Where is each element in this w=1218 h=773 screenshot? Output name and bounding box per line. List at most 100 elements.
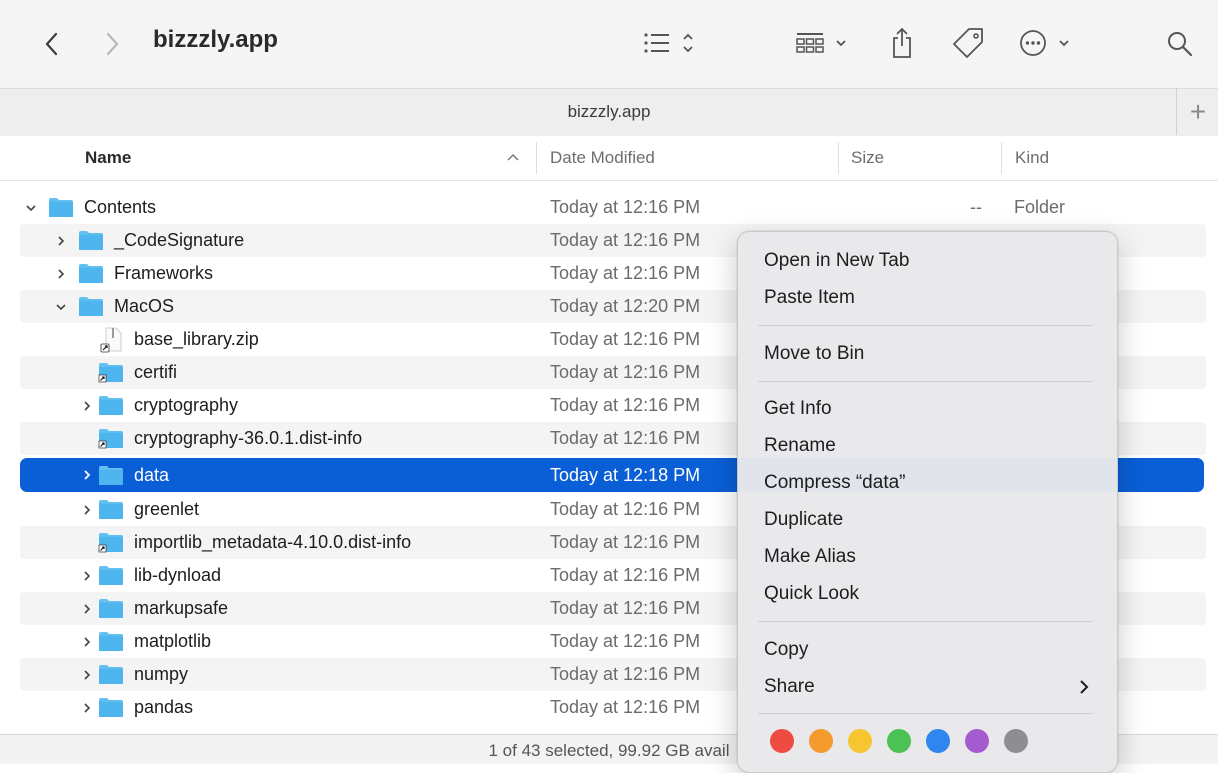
menu-item-paste-item[interactable]: Paste Item	[764, 287, 855, 309]
forward-button[interactable]	[98, 26, 126, 62]
tab-bizzzly-app[interactable]: bizzzly.app	[0, 102, 1218, 122]
file-date: Today at 12:16 PM	[550, 428, 701, 448]
disclosure-collapsed-icon[interactable]	[80, 389, 94, 422]
menu-item-move-to-bin[interactable]: Move to Bin	[764, 343, 864, 365]
search-button[interactable]	[1162, 26, 1198, 62]
file-name: Contents	[84, 197, 157, 217]
disclosure-collapsed-icon[interactable]	[80, 559, 94, 592]
file-date: Today at 12:16 PM	[550, 230, 701, 250]
file-date: Today at 12:16 PM	[550, 263, 701, 283]
disclosure-collapsed-icon[interactable]	[80, 658, 94, 691]
file-date: Today at 12:16 PM	[550, 329, 701, 349]
folder-icon	[99, 599, 123, 618]
folder-icon	[99, 698, 123, 717]
tag-gray[interactable]	[1004, 729, 1028, 753]
disclosure-collapsed-icon[interactable]	[80, 592, 94, 625]
folder-icon	[99, 632, 123, 651]
view-options-button[interactable]	[638, 24, 702, 62]
list-item[interactable]: Contents Today at 12:16 PM -- Folder	[20, 191, 1206, 224]
folder-icon	[99, 566, 123, 585]
disclosure-collapsed-icon[interactable]	[80, 460, 94, 490]
folder-alias-icon	[98, 363, 123, 383]
disclosure-expanded-icon[interactable]	[24, 191, 38, 224]
file-name: markupsafe	[134, 598, 229, 618]
list-view-icon	[644, 33, 693, 53]
file-name: numpy	[134, 664, 189, 684]
context-menu: Open in New Tab Paste Item Move to Bin G…	[737, 231, 1118, 773]
file-size: --	[970, 197, 982, 217]
tag-red[interactable]	[770, 729, 794, 753]
column-divider	[1001, 142, 1002, 174]
column-header-name[interactable]: Name	[85, 148, 131, 168]
menu-item-make-alias[interactable]: Make Alias	[764, 546, 856, 568]
menu-separator	[758, 713, 1093, 714]
tag-purple[interactable]	[965, 729, 989, 753]
file-date: Today at 12:16 PM	[550, 532, 701, 552]
file-name: importlib_metadata-4.10.0.dist-info	[134, 532, 412, 552]
sort-ascending-icon	[507, 153, 519, 161]
chevron-right-icon	[106, 32, 119, 56]
file-name: lib-dynload	[134, 565, 222, 585]
folder-icon	[99, 466, 123, 485]
share-icon	[893, 27, 911, 58]
share-button[interactable]	[885, 22, 919, 64]
file-kind: Folder	[1014, 197, 1066, 217]
column-header-kind[interactable]: Kind	[1015, 148, 1049, 168]
tag-icon	[953, 28, 983, 58]
file-name: matplotlib	[134, 631, 212, 651]
tag-blue[interactable]	[926, 729, 950, 753]
back-button[interactable]	[38, 26, 66, 62]
file-date: Today at 12:16 PM	[550, 395, 701, 415]
folder-icon	[99, 500, 123, 519]
disclosure-collapsed-icon[interactable]	[54, 224, 68, 257]
menu-item-quick-look[interactable]: Quick Look	[764, 583, 859, 605]
file-name: cryptography-36.0.1.dist-info	[134, 428, 363, 448]
disclosure-collapsed-icon[interactable]	[80, 691, 94, 724]
file-date: Today at 12:16 PM	[550, 598, 701, 618]
folder-icon	[79, 231, 103, 250]
folder-icon	[99, 396, 123, 415]
file-date: Today at 12:16 PM	[550, 664, 701, 684]
file-name: base_library.zip	[134, 329, 259, 349]
folder-icon	[99, 665, 123, 684]
tag-yellow[interactable]	[848, 729, 872, 753]
menu-item-share[interactable]: Share	[764, 676, 815, 698]
more-actions-button[interactable]	[1016, 24, 1080, 62]
column-divider	[838, 142, 839, 174]
file-name: MacOS	[114, 296, 175, 316]
chevron-left-icon	[45, 32, 58, 56]
menu-item-duplicate[interactable]: Duplicate	[764, 509, 843, 531]
folder-alias-icon	[98, 429, 123, 449]
menu-item-get-info[interactable]: Get Info	[764, 398, 832, 420]
file-date: Today at 12:16 PM	[550, 362, 701, 382]
tag-green[interactable]	[887, 729, 911, 753]
file-date: Today at 12:16 PM	[550, 697, 701, 717]
group-button[interactable]	[793, 24, 857, 62]
menu-item-open-in-new-tab[interactable]: Open in New Tab	[764, 250, 909, 272]
new-tab-button[interactable]: +	[1176, 88, 1218, 135]
window-title: bizzzly.app	[153, 26, 278, 53]
tag-button[interactable]	[948, 24, 988, 62]
file-name: greenlet	[134, 499, 200, 519]
file-date: Today at 12:20 PM	[550, 296, 701, 316]
file-date: Today at 12:16 PM	[550, 631, 701, 651]
menu-item-rename[interactable]: Rename	[764, 435, 836, 457]
disclosure-collapsed-icon[interactable]	[80, 625, 94, 658]
column-header-date-modified[interactable]: Date Modified	[550, 148, 655, 168]
file-name: cryptography	[134, 395, 239, 415]
menu-separator	[758, 621, 1093, 622]
folder-icon	[79, 264, 103, 283]
search-icon	[1168, 32, 1193, 57]
disclosure-collapsed-icon[interactable]	[54, 257, 68, 290]
folder-icon	[49, 198, 73, 217]
submenu-chevron-icon	[1080, 680, 1089, 694]
menu-item-copy[interactable]: Copy	[764, 639, 808, 661]
menu-item-compress[interactable]: Compress “data”	[764, 472, 906, 494]
file-name: data	[134, 464, 170, 485]
tag-orange[interactable]	[809, 729, 833, 753]
toolbar: bizzzly.app	[0, 0, 1218, 88]
disclosure-collapsed-icon[interactable]	[80, 493, 94, 526]
disclosure-expanded-icon[interactable]	[54, 290, 68, 323]
column-divider	[536, 142, 537, 174]
column-header-size[interactable]: Size	[851, 148, 884, 168]
